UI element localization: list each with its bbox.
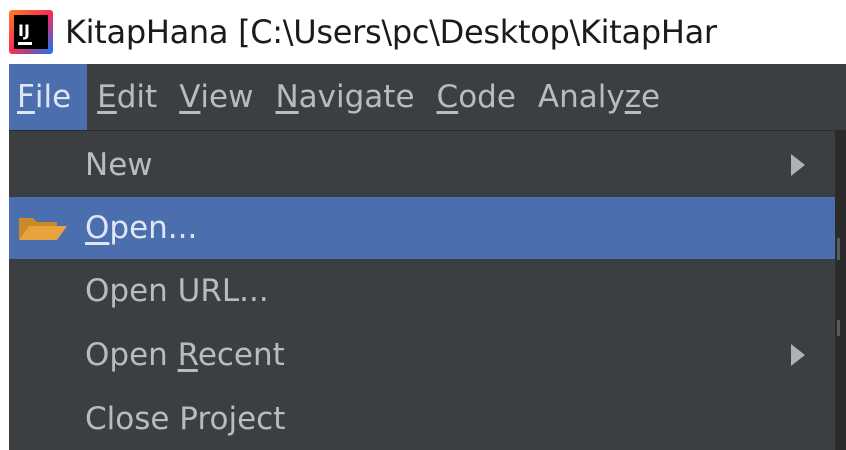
window-title: KitapHana [C:\Users\pc\Desktop\KitapHar: [65, 13, 717, 51]
window-border: [0, 64, 9, 450]
intellij-idea-icon: IJ: [9, 10, 53, 54]
label-post: pen...: [109, 210, 198, 246]
menu-label-post: e: [641, 79, 661, 115]
app-icon-text: IJ: [18, 21, 30, 40]
label-pre: Open: [85, 337, 178, 373]
menu-navigate[interactable]: Navigate: [265, 64, 426, 130]
label-pre: Close Project: [85, 401, 286, 437]
label-post: ecent: [197, 337, 285, 373]
menu-code[interactable]: Code: [427, 64, 528, 130]
menu-item-close-project[interactable]: Close Project: [9, 388, 835, 450]
label-pre: Open URL...: [85, 273, 269, 309]
menu-analyze[interactable]: Analy z e: [528, 64, 672, 130]
menu-item-label: Open...: [85, 210, 197, 246]
menu-edit[interactable]: Edit: [87, 64, 169, 130]
mnemonic: N: [275, 79, 299, 115]
menu-label-post: dit: [116, 79, 158, 115]
window-title-bar: IJ KitapHana [C:\Users\pc\Desktop\KitapH…: [0, 0, 846, 64]
label-pre: New: [85, 147, 153, 183]
menu-label-post: ile: [34, 79, 72, 115]
menu-view[interactable]: View: [169, 64, 265, 130]
editor-edge-mark: [837, 238, 840, 260]
menu-item-label: Open URL...: [85, 273, 269, 309]
menu-item-label: New: [85, 147, 153, 183]
folder-open-icon: [17, 214, 69, 246]
menu-item-new[interactable]: New: [9, 134, 835, 196]
menu-item-open-url[interactable]: Open URL...: [9, 260, 835, 322]
editor-edge: [835, 130, 846, 450]
submenu-arrow-icon: [791, 344, 805, 366]
menu-item-label: Close Project: [85, 401, 285, 437]
mnemonic: O: [85, 210, 110, 246]
main-menubar: File Edit View Navigate Code Analy z e: [9, 64, 846, 130]
mnemonic: V: [179, 79, 201, 115]
submenu-arrow-icon: [791, 154, 805, 176]
mnemonic: F: [17, 79, 35, 115]
mnemonic: C: [436, 79, 459, 115]
menu-label-post: avigate: [298, 79, 415, 115]
menu-item-open[interactable]: Open...: [9, 197, 835, 259]
menu-file[interactable]: File: [9, 64, 88, 130]
menu-item-open-recent[interactable]: Open Recent: [9, 324, 835, 386]
menu-label-post: iew: [200, 79, 254, 115]
editor-edge-mark: [837, 320, 840, 336]
mnemonic: R: [177, 337, 198, 373]
file-menu-dropdown: New Open... Open URL... Open Recent Clos…: [9, 130, 835, 450]
menu-label-pre: Analy: [537, 79, 625, 115]
mnemonic: E: [97, 79, 117, 115]
mnemonic: z: [624, 79, 641, 115]
menu-item-label: Open Recent: [85, 337, 285, 373]
menu-label-post: ode: [458, 79, 516, 115]
